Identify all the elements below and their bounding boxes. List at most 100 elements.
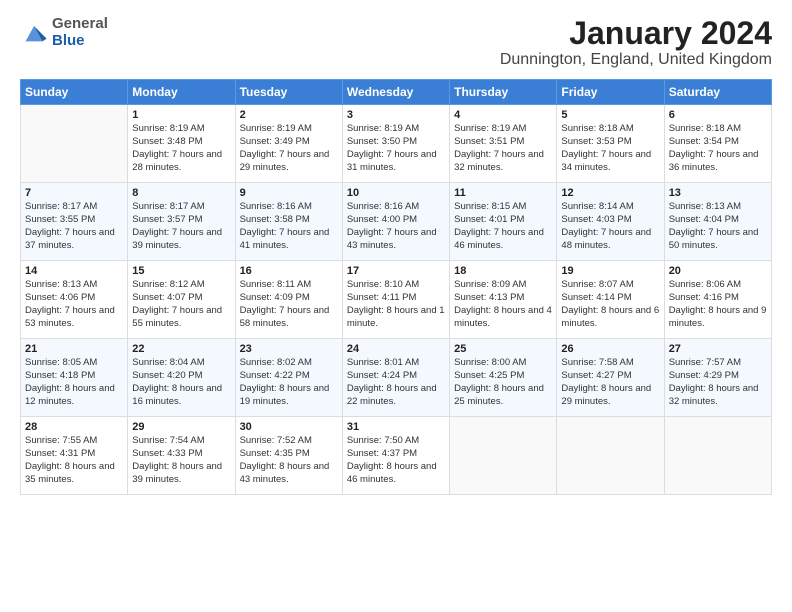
cell-info: Sunrise: 8:15 AMSunset: 4:01 PMDaylight:… <box>454 201 552 252</box>
calendar-table: Sunday Monday Tuesday Wednesday Thursday… <box>20 79 772 495</box>
logo: General Blue <box>20 16 108 49</box>
header-friday: Friday <box>557 80 664 105</box>
title-location: Dunnington, England, United Kingdom <box>500 51 772 69</box>
week-row-3: 21 Sunrise: 8:05 AMSunset: 4:18 PMDayligh… <box>21 339 772 417</box>
day-number: 18 <box>454 265 552 277</box>
day-number: 3 <box>347 109 445 121</box>
day-number: 19 <box>561 265 659 277</box>
calendar-cell: 26 Sunrise: 7:58 AMSunset: 4:27 PMDayligh… <box>557 339 664 417</box>
calendar-cell: 20 Sunrise: 8:06 AMSunset: 4:16 PMDayligh… <box>664 261 771 339</box>
header-monday: Monday <box>128 80 235 105</box>
day-number: 17 <box>347 265 445 277</box>
cell-info: Sunrise: 8:19 AMSunset: 3:51 PMDaylight:… <box>454 123 552 174</box>
day-number: 26 <box>561 343 659 355</box>
calendar-cell <box>664 417 771 495</box>
calendar-cell: 19 Sunrise: 8:07 AMSunset: 4:14 PMDayligh… <box>557 261 664 339</box>
cell-info: Sunrise: 8:00 AMSunset: 4:25 PMDaylight:… <box>454 357 552 408</box>
cell-info: Sunrise: 8:02 AMSunset: 4:22 PMDaylight:… <box>240 357 338 408</box>
cell-info: Sunrise: 8:10 AMSunset: 4:11 PMDaylight:… <box>347 279 445 330</box>
calendar-cell: 29 Sunrise: 7:54 AMSunset: 4:33 PMDayligh… <box>128 417 235 495</box>
cell-info: Sunrise: 7:55 AMSunset: 4:31 PMDaylight:… <box>25 435 123 486</box>
week-row-2: 14 Sunrise: 8:13 AMSunset: 4:06 PMDayligh… <box>21 261 772 339</box>
logo-icon <box>20 19 48 47</box>
calendar-cell: 2 Sunrise: 8:19 AMSunset: 3:49 PMDaylight… <box>235 105 342 183</box>
cell-info: Sunrise: 8:19 AMSunset: 3:49 PMDaylight:… <box>240 123 338 174</box>
day-number: 16 <box>240 265 338 277</box>
day-number: 20 <box>669 265 767 277</box>
calendar-cell: 22Sunrise: 8:04 AMSunset: 4:20 PMDayligh… <box>128 339 235 417</box>
day-number: 27 <box>669 343 767 355</box>
day-number: 31 <box>347 421 445 433</box>
day-number: 6 <box>669 109 767 121</box>
calendar-cell: 15 Sunrise: 8:12 AMSunset: 4:07 PMDayligh… <box>128 261 235 339</box>
calendar-cell: 6 Sunrise: 8:18 AMSunset: 3:54 PMDaylight… <box>664 105 771 183</box>
calendar-header: Sunday Monday Tuesday Wednesday Thursday… <box>21 80 772 105</box>
logo-blue-label: Blue <box>52 33 108 50</box>
day-number: 14 <box>25 265 123 277</box>
calendar-cell: 18 Sunrise: 8:09 AMSunset: 4:13 PMDayligh… <box>450 261 557 339</box>
title-block: January 2024 Dunnington, England, United… <box>500 16 772 69</box>
cell-info: Sunrise: 7:57 AMSunset: 4:29 PMDaylight:… <box>669 357 767 408</box>
calendar-cell: 30Sunrise: 7:52 AMSunset: 4:35 PMDayligh… <box>235 417 342 495</box>
cell-info: Sunrise: 8:12 AMSunset: 4:07 PMDaylight:… <box>132 279 230 330</box>
cell-info: Sunrise: 7:54 AMSunset: 4:33 PMDaylight:… <box>132 435 230 486</box>
day-number: 10 <box>347 187 445 199</box>
day-number: 21 <box>25 343 123 355</box>
day-number: 4 <box>454 109 552 121</box>
calendar-cell: 16 Sunrise: 8:11 AMSunset: 4:09 PMDayligh… <box>235 261 342 339</box>
calendar-body: 1Sunrise: 8:19 AMSunset: 3:48 PMDaylight… <box>21 105 772 495</box>
day-number: 12 <box>561 187 659 199</box>
day-number: 23 <box>240 343 338 355</box>
day-number: 25 <box>454 343 552 355</box>
day-number: 1 <box>132 109 230 121</box>
cell-info: Sunrise: 8:01 AMSunset: 4:24 PMDaylight:… <box>347 357 445 408</box>
calendar-cell: 9 Sunrise: 8:16 AMSunset: 3:58 PMDaylight… <box>235 183 342 261</box>
day-number: 7 <box>25 187 123 199</box>
cell-info: Sunrise: 8:06 AMSunset: 4:16 PMDaylight:… <box>669 279 767 330</box>
week-row-4: 28 Sunrise: 7:55 AMSunset: 4:31 PMDayligh… <box>21 417 772 495</box>
calendar-cell: 28 Sunrise: 7:55 AMSunset: 4:31 PMDayligh… <box>21 417 128 495</box>
calendar-cell: 7 Sunrise: 8:17 AMSunset: 3:55 PMDaylight… <box>21 183 128 261</box>
calendar-cell <box>21 105 128 183</box>
day-number: 8 <box>132 187 230 199</box>
page: General Blue January 2024 Dunnington, En… <box>0 0 792 612</box>
calendar-cell: 4 Sunrise: 8:19 AMSunset: 3:51 PMDaylight… <box>450 105 557 183</box>
calendar-cell: 25 Sunrise: 8:00 AMSunset: 4:25 PMDayligh… <box>450 339 557 417</box>
cell-info: Sunrise: 8:16 AMSunset: 4:00 PMDaylight:… <box>347 201 445 252</box>
calendar-cell <box>557 417 664 495</box>
calendar-cell: 21 Sunrise: 8:05 AMSunset: 4:18 PMDayligh… <box>21 339 128 417</box>
cell-info: Sunrise: 8:09 AMSunset: 4:13 PMDaylight:… <box>454 279 552 330</box>
calendar-cell: 27 Sunrise: 7:57 AMSunset: 4:29 PMDayligh… <box>664 339 771 417</box>
header-tuesday: Tuesday <box>235 80 342 105</box>
cell-info: Sunrise: 7:50 AMSunset: 4:37 PMDaylight:… <box>347 435 445 486</box>
cell-info: Sunrise: 8:16 AMSunset: 3:58 PMDaylight:… <box>240 201 338 252</box>
day-number: 28 <box>25 421 123 433</box>
cell-info: Sunrise: 8:13 AMSunset: 4:06 PMDaylight:… <box>25 279 123 330</box>
header: General Blue January 2024 Dunnington, En… <box>20 16 772 69</box>
week-row-0: 1Sunrise: 8:19 AMSunset: 3:48 PMDaylight… <box>21 105 772 183</box>
calendar-cell: 10 Sunrise: 8:16 AMSunset: 4:00 PMDayligh… <box>342 183 449 261</box>
calendar-cell: 12 Sunrise: 8:14 AMSunset: 4:03 PMDayligh… <box>557 183 664 261</box>
day-number: 5 <box>561 109 659 121</box>
cell-info: Sunrise: 8:07 AMSunset: 4:14 PMDaylight:… <box>561 279 659 330</box>
cell-info: Sunrise: 8:18 AMSunset: 3:54 PMDaylight:… <box>669 123 767 174</box>
title-month: January 2024 <box>500 16 772 51</box>
cell-info: Sunrise: 8:14 AMSunset: 4:03 PMDaylight:… <box>561 201 659 252</box>
cell-info: Sunrise: 7:58 AMSunset: 4:27 PMDaylight:… <box>561 357 659 408</box>
cell-info: Sunrise: 8:17 AMSunset: 3:55 PMDaylight:… <box>25 201 123 252</box>
day-number: 15 <box>132 265 230 277</box>
calendar-cell: 17 Sunrise: 8:10 AMSunset: 4:11 PMDayligh… <box>342 261 449 339</box>
week-row-1: 7 Sunrise: 8:17 AMSunset: 3:55 PMDaylight… <box>21 183 772 261</box>
cell-info: Sunrise: 8:05 AMSunset: 4:18 PMDaylight:… <box>25 357 123 408</box>
calendar-cell: 24Sunrise: 8:01 AMSunset: 4:24 PMDayligh… <box>342 339 449 417</box>
cell-info: Sunrise: 8:17 AMSunset: 3:57 PMDaylight:… <box>132 201 230 252</box>
day-number: 22 <box>132 343 230 355</box>
day-number: 2 <box>240 109 338 121</box>
header-row: Sunday Monday Tuesday Wednesday Thursday… <box>21 80 772 105</box>
cell-info: Sunrise: 7:52 AMSunset: 4:35 PMDaylight:… <box>240 435 338 486</box>
day-number: 9 <box>240 187 338 199</box>
cell-info: Sunrise: 8:11 AMSunset: 4:09 PMDaylight:… <box>240 279 338 330</box>
header-wednesday: Wednesday <box>342 80 449 105</box>
day-number: 29 <box>132 421 230 433</box>
header-saturday: Saturday <box>664 80 771 105</box>
